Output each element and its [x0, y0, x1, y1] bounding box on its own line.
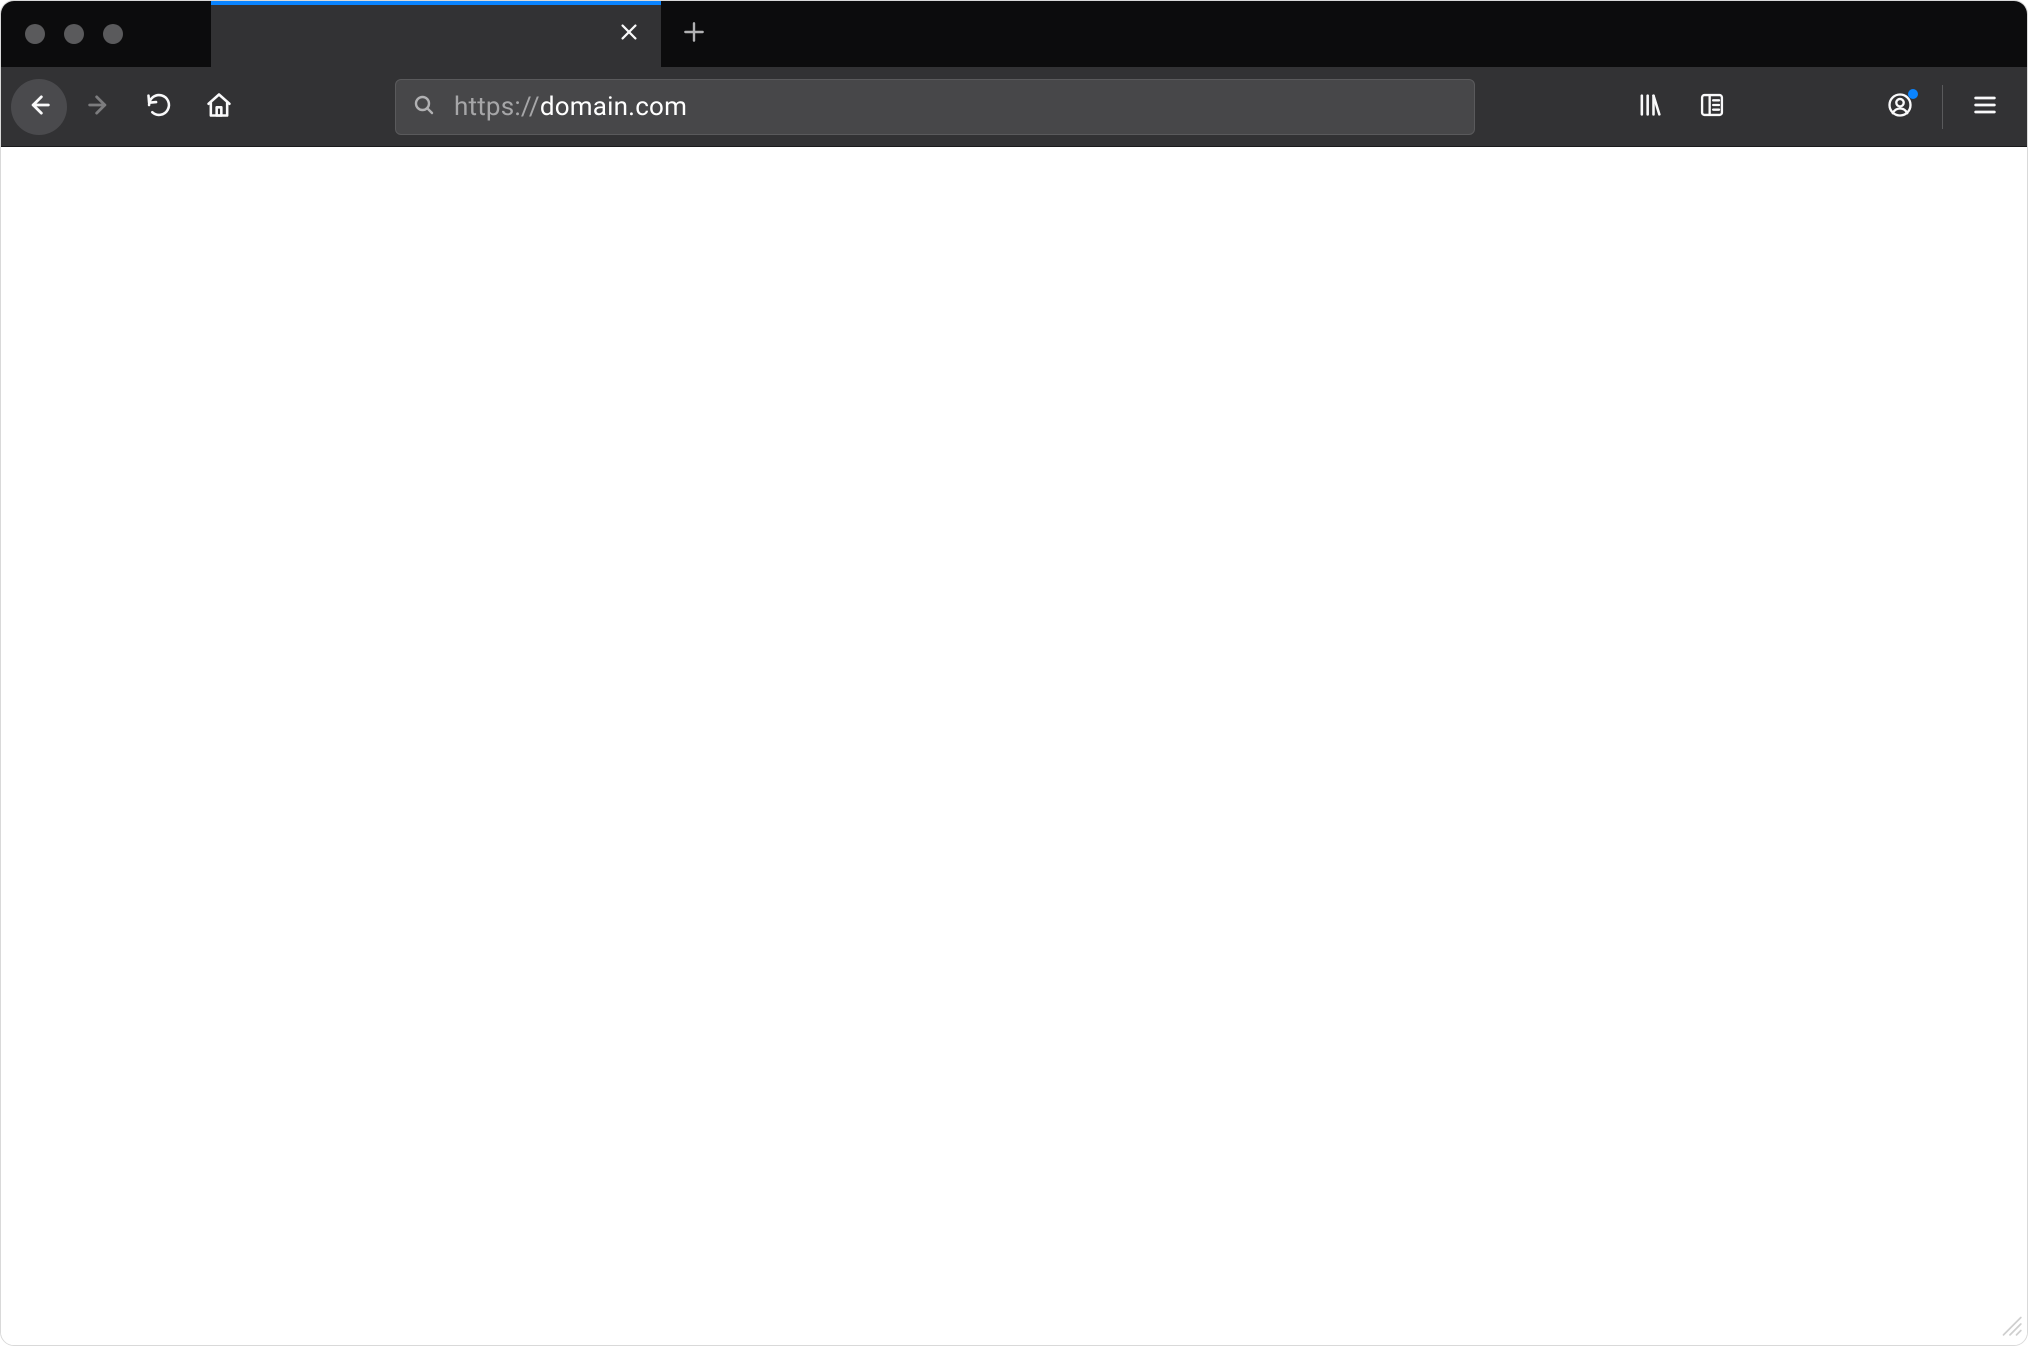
new-tab-button[interactable]: [661, 1, 727, 67]
notification-dot-icon: [1908, 89, 1918, 99]
home-button[interactable]: [191, 79, 247, 135]
titlebar: [1, 1, 2027, 67]
window-resize-handle[interactable]: [1997, 1311, 2023, 1341]
resize-grip-icon: [1997, 1322, 2023, 1341]
library-icon: [1636, 91, 1664, 123]
window-minimize-button[interactable]: [64, 24, 84, 44]
navigation-toolbar: https:// domain.com: [1, 67, 2027, 147]
close-icon: [618, 21, 640, 47]
app-menu-button[interactable]: [1957, 79, 2013, 135]
page-content: [1, 147, 2027, 1345]
tab-loading-indicator: [211, 1, 661, 5]
account-button[interactable]: [1872, 79, 1928, 135]
window-controls: [1, 1, 211, 67]
back-arrow-icon: [25, 91, 53, 123]
url-scheme: https://: [454, 92, 540, 122]
hamburger-menu-icon: [1971, 91, 1999, 123]
toolbar-right-group: [1622, 79, 2013, 135]
home-icon: [205, 91, 233, 123]
forward-button[interactable]: [71, 79, 127, 135]
toolbar-divider: [1942, 85, 1943, 129]
library-button[interactable]: [1622, 79, 1678, 135]
browser-tab-active[interactable]: [211, 1, 661, 67]
address-bar[interactable]: https:// domain.com: [395, 79, 1475, 135]
forward-arrow-icon: [85, 91, 113, 123]
url-display: https:// domain.com: [454, 92, 687, 122]
url-host: domain.com: [540, 92, 687, 122]
window-zoom-button[interactable]: [103, 24, 123, 44]
back-button[interactable]: [11, 79, 67, 135]
reader-view-sidebar-icon: [1698, 91, 1726, 123]
tab-close-button[interactable]: [611, 16, 647, 52]
plus-icon: [681, 19, 707, 49]
window-close-button[interactable]: [25, 24, 45, 44]
reload-icon: [145, 91, 173, 123]
sidebar-button[interactable]: [1684, 79, 1740, 135]
browser-window: https:// domain.com: [0, 0, 2028, 1346]
search-icon: [412, 93, 436, 121]
reload-button[interactable]: [131, 79, 187, 135]
